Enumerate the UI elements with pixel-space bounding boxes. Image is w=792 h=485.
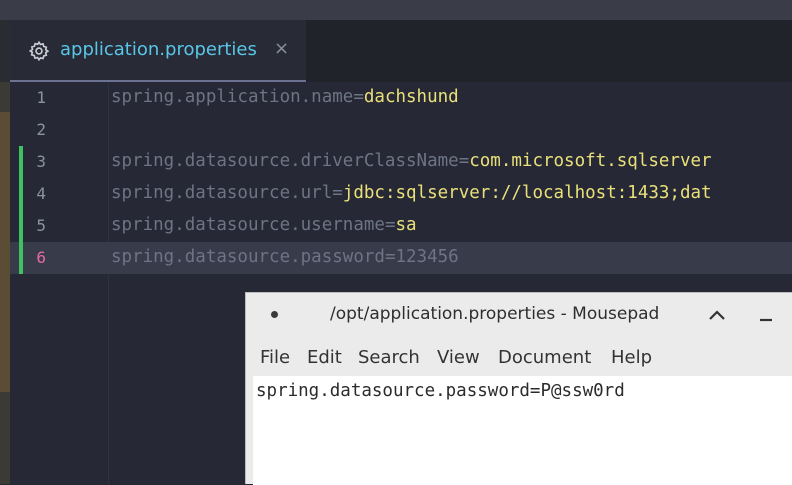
menu-file[interactable]: File [260,347,290,368]
tab-label: application.properties [60,39,257,60]
code-text: spring.application.name=dachshund [111,87,459,107]
top-bar [0,0,792,20]
code-line-current: 6 spring.datasource.password=123456 [10,242,792,274]
line-number: 1 [36,88,46,107]
menu-search[interactable]: Search [358,347,420,368]
code-text: spring.datasource.password=123456 [111,247,459,267]
menu-document[interactable]: Document [498,347,591,368]
editor-tab-bar: application.properties × [10,20,792,83]
mousepad-window: /opt/application.properties - Mousepad F… [245,292,792,485]
window-titlebar[interactable]: /opt/application.properties - Mousepad [246,293,792,337]
menu-edit[interactable]: Edit [307,347,342,368]
maximize-icon[interactable] [706,305,728,325]
menu-help[interactable]: Help [611,347,652,368]
line-number: 2 [36,120,46,139]
menu-bar: File Edit Search View Document Help [246,343,792,373]
line-number: 3 [36,152,46,171]
gear-icon [28,40,50,62]
code-line: 2 [10,114,792,146]
code-line: 4 spring.datasource.url=jdbc:sqlserver:/… [10,178,792,210]
code-line: 5 spring.datasource.username=sa [10,210,792,242]
code-text: spring.datasource.username=sa [111,215,417,235]
line-number: 5 [36,216,46,235]
window-menu-icon[interactable] [271,311,278,318]
tab-application-properties[interactable]: application.properties × [10,20,306,82]
close-icon[interactable]: × [274,38,289,59]
background-strip [0,20,10,484]
minimize-icon[interactable] [756,305,776,325]
code-text: spring.datasource.driverClassName=com.mi… [111,151,712,171]
text-editor-area[interactable]: spring.datasource.password=P@ssw0rd [253,376,792,485]
code-line: 1 spring.application.name=dachshund [10,82,792,114]
line-number: 4 [36,184,46,203]
code-text: spring.datasource.url=jdbc:sqlserver://l… [111,183,712,203]
menu-view[interactable]: View [437,347,480,368]
window-title: /opt/application.properties - Mousepad [330,304,660,324]
line-number: 6 [36,248,46,267]
editor-content: spring.datasource.password=P@ssw0rd [256,381,625,401]
code-line: 3 spring.datasource.driverClassName=com.… [10,146,792,178]
